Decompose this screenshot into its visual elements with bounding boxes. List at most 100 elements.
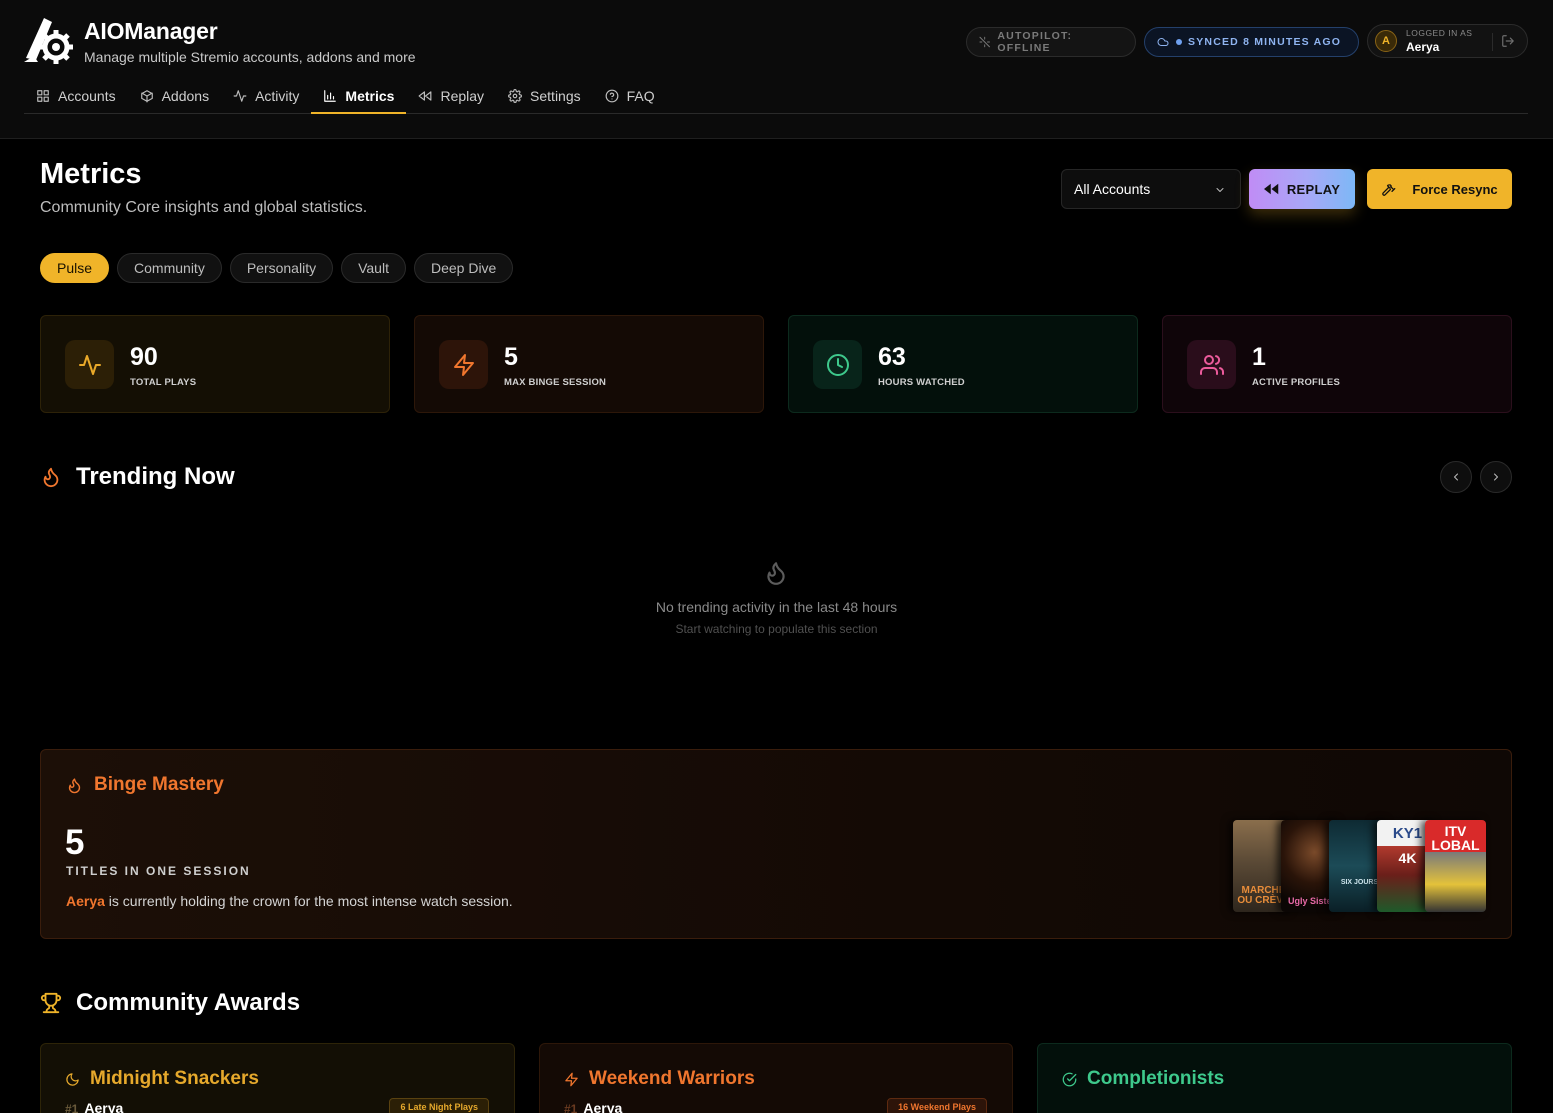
stat-card-hours-watched: 63 HOURS WATCHED (788, 315, 1138, 413)
nav-metrics[interactable]: Metrics (311, 78, 407, 114)
nav-settings[interactable]: Settings (496, 78, 593, 113)
stat-value: 1 (1252, 343, 1266, 371)
trending-prev-button[interactable] (1440, 461, 1472, 493)
zap-icon (453, 353, 474, 376)
stat-card-total-plays: 90 TOTAL PLAYS (40, 315, 390, 413)
force-resync-label: Force Resync (1412, 181, 1498, 197)
stat-card-active-profiles: 1 ACTIVE PROFILES (1162, 315, 1512, 413)
award-leader-name[interactable]: Aerya (84, 1100, 123, 1113)
main-nav: Accounts Addons Activity Metrics Replay … (24, 78, 1528, 114)
nav-label: Activity (255, 87, 300, 104)
award-badge: 16 Weekend Plays (887, 1098, 987, 1113)
trending-next-button[interactable] (1480, 461, 1512, 493)
nav-label: Addons (161, 87, 210, 104)
bar-chart-icon (324, 89, 337, 102)
binge-label: TITLES IN ONE SESSION (66, 864, 251, 878)
poster[interactable]: ITV LOBAL (1425, 820, 1486, 912)
stat-card-max-binge: 5 MAX BINGE SESSION (414, 315, 764, 413)
nav-label: FAQ (626, 87, 655, 104)
tab-vault[interactable]: Vault (341, 253, 406, 283)
package-icon (140, 89, 153, 102)
binge-mastery-title: Binge Mastery (66, 774, 224, 796)
grid-icon (37, 89, 49, 102)
binge-title-text: Binge Mastery (94, 774, 224, 795)
tab-deep-dive[interactable]: Deep Dive (413, 253, 514, 283)
chevron-left-icon (1454, 473, 1458, 481)
rewind-icon (419, 90, 432, 101)
award-title: Completionists (1087, 1068, 1225, 1089)
tab-community[interactable]: Community (117, 253, 222, 283)
award-badge: 6 Late Night Plays (389, 1098, 489, 1113)
flame-icon (43, 467, 59, 488)
replay-button[interactable]: REPLAY (1249, 169, 1355, 209)
award-leader: #1 Aerya (65, 1100, 123, 1113)
trending-empty-title: No trending activity in the last 48 hour… (655, 599, 898, 615)
nav-label: Settings (530, 87, 581, 104)
chevron-down-icon (1216, 188, 1224, 192)
logged-in-label: LOGGED IN AS (1406, 28, 1473, 39)
user-menu[interactable]: A LOGGED IN AS Aerya (1367, 24, 1528, 58)
clock-icon (826, 353, 849, 376)
award-card-weekend-warriors: Weekend Warriors #1 Aerya 16 Weekend Play… (539, 1043, 1013, 1113)
award-rank-number: #1 (65, 1102, 79, 1113)
stat-label: TOTAL PLAYS (130, 377, 197, 388)
nav-addons[interactable]: Addons (128, 78, 221, 113)
trending-title: Trending Now (40, 463, 235, 491)
page-subtitle: Community Core insights and global stati… (40, 199, 368, 216)
flame-icon (767, 562, 785, 585)
nav-label: Replay (440, 87, 485, 104)
tab-personality[interactable]: Personality (229, 253, 334, 283)
tab-pulse[interactable]: Pulse (40, 253, 110, 283)
autopilot-label: AUTOPILOT: OFFLINE (997, 30, 1073, 54)
awards-title-text: Community Awards (76, 989, 301, 1016)
brand[interactable]: AIOManager Manage multiple Stremio accou… (22, 14, 416, 66)
nav-replay[interactable]: Replay (406, 78, 496, 113)
award-rank-number: #1 (564, 1102, 578, 1113)
binge-posters: MARCHE OU CRÈVE Ugly Sister SIX JOURS KY… (1233, 820, 1487, 912)
stat-label: ACTIVE PROFILES (1252, 377, 1340, 388)
award-leader: #1 Aerya (564, 1100, 622, 1113)
force-resync-button[interactable]: Force Resync (1367, 169, 1512, 209)
page-title: Metrics (40, 158, 142, 190)
poster-title: ITV LOBAL (1431, 823, 1480, 853)
sync-status[interactable]: SYNCED 8 MINUTES AGO (1144, 27, 1359, 57)
binge-holder[interactable]: Aerya (66, 893, 105, 909)
trophy-icon (40, 992, 62, 1014)
award-title: Weekend Warriors (589, 1068, 755, 1089)
trending-title-text: Trending Now (76, 463, 235, 490)
flame-icon (68, 777, 81, 793)
nav-label: Accounts (58, 87, 116, 104)
award-card-midnight-snackers: Midnight Snackers #1 Aerya 6 Late Night P… (40, 1043, 515, 1113)
top-bar: AIOManager Manage multiple Stremio accou… (0, 0, 1553, 139)
autopilot-off-icon (979, 36, 990, 48)
gear-icon (508, 88, 522, 103)
app-subtitle: Manage multiple Stremio accounts, addons… (84, 49, 416, 65)
award-leader-name[interactable]: Aerya (583, 1100, 622, 1113)
help-circle-icon (605, 89, 619, 102)
cloud-icon (1157, 38, 1169, 46)
user-name: Aerya (1406, 39, 1440, 54)
zap-icon (565, 1072, 578, 1086)
trending-empty-subtitle: Start watching to populate this section (675, 622, 878, 636)
avatar: A (1375, 30, 1397, 52)
stat-value: 63 (878, 343, 906, 371)
nav-label: Metrics (345, 87, 395, 104)
autopilot-status[interactable]: AUTOPILOT: OFFLINE (966, 27, 1136, 57)
app-logo-icon (24, 18, 73, 64)
award-card-completionists: Completionists (1037, 1043, 1512, 1113)
account-select[interactable]: All Accounts (1061, 169, 1241, 209)
awards-title: Community Awards (40, 989, 300, 1017)
account-select-value: All Accounts (1074, 181, 1151, 197)
nav-activity[interactable]: Activity (221, 78, 311, 113)
logout-icon[interactable] (1501, 34, 1515, 48)
hammer-icon (1382, 183, 1396, 196)
binge-mastery-card: Binge Mastery 5 TITLES IN ONE SESSION Ae… (40, 749, 1512, 939)
nav-accounts[interactable]: Accounts (24, 78, 128, 113)
nav-faq[interactable]: FAQ (593, 78, 667, 113)
metrics-tabs: Pulse Community Personality Vault Deep D… (40, 253, 521, 283)
chevron-right-icon (1494, 473, 1498, 481)
sync-dot (1176, 39, 1182, 45)
users-icon (1199, 354, 1224, 375)
divider (1492, 33, 1493, 51)
activity-icon (78, 354, 101, 375)
